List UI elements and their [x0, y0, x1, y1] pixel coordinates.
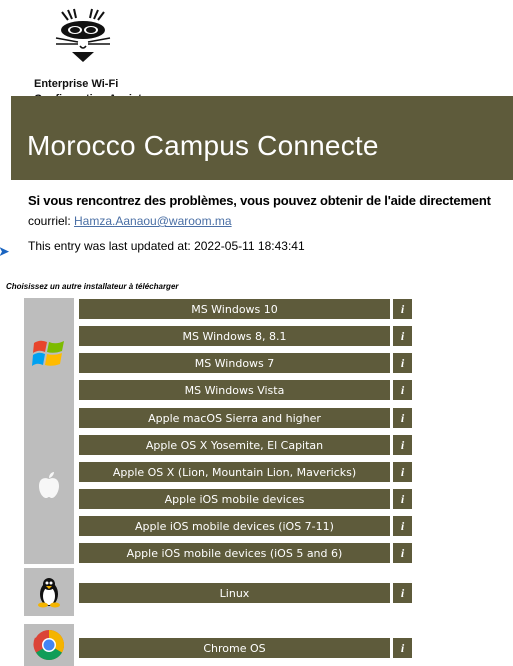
- email-line: courriel: Hamza.Aanaou@waroom.ma: [28, 214, 232, 228]
- windows-logo-icon: [32, 340, 64, 366]
- download-button-chrome-os[interactable]: Chrome OS: [79, 638, 390, 658]
- logo: Enterprise Wi-Fi Configuration Assistant…: [34, 6, 154, 97]
- chrome-logo-icon: [33, 630, 65, 661]
- logo-text: Enterprise Wi-Fi: [34, 78, 119, 90]
- windows-group-icon-cell: [24, 298, 74, 408]
- info-button-osx-lion[interactable]: i: [393, 462, 412, 482]
- info-button-windows-10[interactable]: i: [393, 299, 412, 319]
- info-button-windows-8[interactable]: i: [393, 326, 412, 346]
- download-button-linux[interactable]: Linux: [79, 583, 390, 603]
- apple-group-icon-cell: [24, 406, 74, 564]
- info-button-ios-5-6[interactable]: i: [393, 543, 412, 563]
- download-button-osx-yosemite[interactable]: Apple OS X Yosemite, El Capitan: [79, 435, 390, 455]
- email-prefix: courriel:: [28, 214, 75, 228]
- download-button-windows-8[interactable]: MS Windows 8, 8.1: [79, 326, 390, 346]
- download-button-ios[interactable]: Apple iOS mobile devices: [79, 489, 390, 509]
- download-button-windows-vista[interactable]: MS Windows Vista: [79, 380, 390, 400]
- choose-installer-label: Choisissez un autre installateur à téléc…: [6, 282, 179, 291]
- email-link[interactable]: Hamza.Aanaou@waroom.ma: [74, 214, 232, 228]
- download-button-ios-5-6[interactable]: Apple iOS mobile devices (iOS 5 and 6): [79, 543, 390, 563]
- chrome-group-icon-cell: [24, 624, 74, 666]
- apple-logo-icon: [39, 472, 59, 498]
- info-button-linux[interactable]: i: [393, 583, 412, 603]
- download-button-windows-10[interactable]: MS Windows 10: [79, 299, 390, 319]
- info-button-chrome-os[interactable]: i: [393, 638, 412, 658]
- info-button-macos-sierra[interactable]: i: [393, 408, 412, 428]
- last-updated: This entry was last updated at: 2022-05-…: [28, 239, 305, 253]
- linux-penguin-icon: [38, 578, 60, 608]
- arrow-icon: ➤: [0, 243, 10, 259]
- download-button-windows-7[interactable]: MS Windows 7: [79, 353, 390, 373]
- download-button-osx-lion[interactable]: Apple OS X (Lion, Mountain Lion, Maveric…: [79, 462, 390, 482]
- help-text: Si vous rencontrez des problèmes, vous p…: [28, 193, 491, 208]
- header-banner: Morocco Campus Connecte: [11, 96, 513, 180]
- info-button-windows-vista[interactable]: i: [393, 380, 412, 400]
- info-button-ios-7-11[interactable]: i: [393, 516, 412, 536]
- linux-group-icon-cell: [24, 568, 74, 616]
- info-button-windows-7[interactable]: i: [393, 353, 412, 373]
- download-button-ios-7-11[interactable]: Apple iOS mobile devices (iOS 7-11): [79, 516, 390, 536]
- info-button-osx-yosemite[interactable]: i: [393, 435, 412, 455]
- download-button-macos-sierra[interactable]: Apple macOS Sierra and higher: [79, 408, 390, 428]
- info-button-ios[interactable]: i: [393, 489, 412, 509]
- cat-logo-icon: [55, 8, 111, 62]
- page-title: Morocco Campus Connecte: [27, 130, 379, 161]
